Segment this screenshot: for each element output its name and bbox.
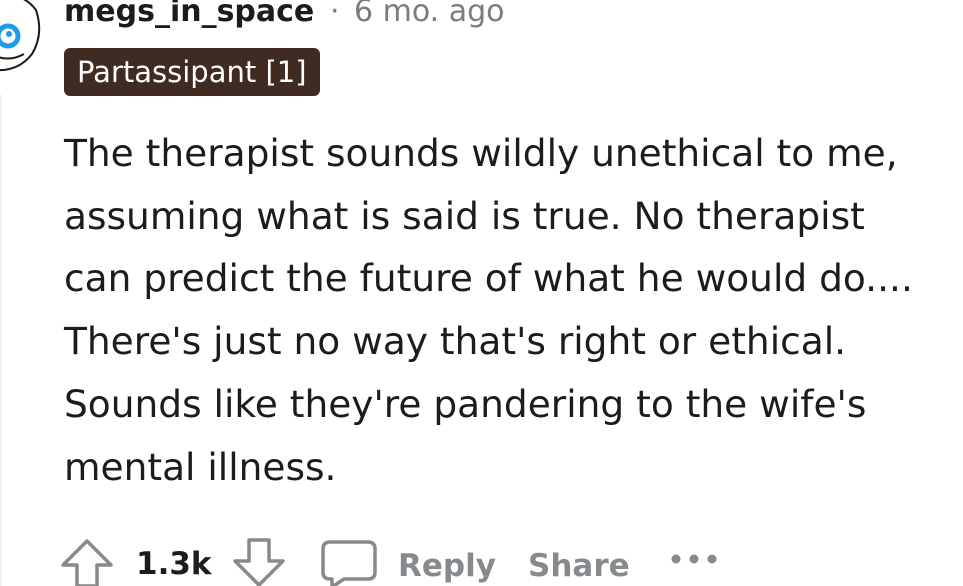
- comment-bubble-icon[interactable]: [320, 538, 378, 586]
- upvote-arrow-icon[interactable]: [60, 538, 114, 586]
- reply-button[interactable]: Reply: [398, 548, 496, 584]
- meta-separator: ·: [330, 0, 340, 29]
- comment-body: The therapist sounds wildly unethical to…: [64, 122, 959, 498]
- comment-actions: 1.3k Reply Share: [60, 536, 960, 586]
- comment-body-line: can predict the future of what he would …: [64, 256, 913, 301]
- more-options-icon[interactable]: [670, 552, 718, 566]
- timestamp[interactable]: 6 mo. ago: [354, 0, 505, 30]
- comment-body-line: Sounds like they're pandering to the wif…: [64, 381, 867, 426]
- user-flair: Partassipant [1]: [64, 48, 320, 96]
- comment: megs_in_space · 6 mo. ago Partassipant […: [0, 0, 963, 586]
- thread-line[interactable]: [0, 95, 2, 586]
- vote-score: 1.3k: [136, 546, 212, 582]
- snoo-avatar-icon[interactable]: [0, 0, 42, 76]
- downvote-arrow-icon[interactable]: [232, 538, 286, 586]
- comment-body-line: mental illness.: [64, 444, 337, 489]
- comment-body-line: The therapist sounds wildly unethical to…: [64, 131, 898, 175]
- comment-body-line: assuming what is said is true. No therap…: [64, 193, 865, 238]
- share-button[interactable]: Share: [528, 548, 630, 584]
- username[interactable]: megs_in_space: [64, 0, 314, 30]
- comment-body-line: There's just no way that's right or ethi…: [64, 319, 847, 364]
